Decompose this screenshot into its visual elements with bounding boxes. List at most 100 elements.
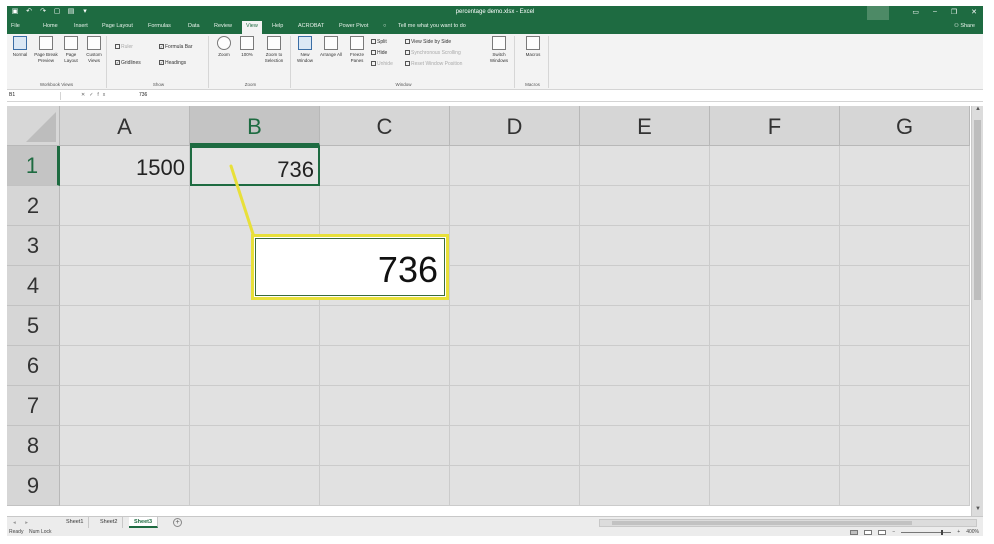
row-header-9[interactable]: 9 — [7, 466, 60, 506]
column-header-a[interactable]: A — [60, 106, 190, 146]
minimize-icon[interactable]: – — [933, 8, 937, 16]
row-header-5[interactable]: 5 — [7, 306, 60, 346]
cell-d6[interactable] — [450, 346, 580, 386]
tab-insert[interactable]: Insert — [74, 23, 88, 29]
vertical-scrollbar[interactable]: ▲ ▼ — [971, 106, 983, 516]
page-layout-status-icon[interactable] — [864, 529, 873, 535]
row-header-2[interactable]: 2 — [7, 186, 60, 226]
zoom-100-button[interactable]: 100% — [237, 36, 257, 58]
cell-d2[interactable] — [450, 186, 580, 226]
cell-a4[interactable] — [60, 266, 190, 306]
sheet-tab-sheet3[interactable]: Sheet3 — [129, 517, 159, 528]
cell-c6[interactable] — [320, 346, 450, 386]
vertical-scroll-thumb[interactable] — [974, 120, 981, 300]
cell-d7[interactable] — [450, 386, 580, 426]
row-header-7[interactable]: 7 — [7, 386, 60, 426]
maximize-icon[interactable]: ❐ — [951, 8, 957, 16]
cell-d3[interactable] — [450, 226, 580, 266]
cell-g7[interactable] — [840, 386, 970, 426]
cell-c2[interactable] — [320, 186, 450, 226]
cell-g8[interactable] — [840, 426, 970, 466]
row-header-6[interactable]: 6 — [7, 346, 60, 386]
column-header-g[interactable]: G — [840, 106, 970, 146]
cell-a5[interactable] — [60, 306, 190, 346]
hide-button[interactable]: Hide — [371, 50, 387, 56]
split-button[interactable]: Split — [371, 39, 387, 45]
cell-g4[interactable] — [840, 266, 970, 306]
column-header-b[interactable]: B — [190, 106, 320, 146]
sync-scrolling-button[interactable]: Synchronous Scrolling — [405, 50, 461, 56]
cell-g2[interactable] — [840, 186, 970, 226]
cell-c1[interactable] — [320, 146, 450, 186]
cell-a6[interactable] — [60, 346, 190, 386]
cell-f6[interactable] — [710, 346, 840, 386]
page-break-status-icon[interactable] — [878, 529, 887, 535]
cell-g9[interactable] — [840, 466, 970, 506]
tab-formulas[interactable]: Formulas — [148, 23, 171, 29]
sheet-nav-arrows[interactable]: ◂ ▸ — [13, 520, 32, 526]
column-header-e[interactable]: E — [580, 106, 710, 146]
cell-b6[interactable] — [190, 346, 320, 386]
zoom-level[interactable]: 400% — [966, 529, 979, 535]
cell-f4[interactable] — [710, 266, 840, 306]
cell-f2[interactable] — [710, 186, 840, 226]
tab-home[interactable]: Home — [43, 23, 58, 29]
zoom-in-icon[interactable]: + — [957, 529, 960, 535]
horizontal-scrollbar[interactable] — [599, 519, 977, 527]
cell-g6[interactable] — [840, 346, 970, 386]
scroll-down-icon[interactable]: ▼ — [972, 506, 983, 516]
macros-button[interactable]: Macros — [519, 36, 547, 58]
name-box[interactable]: B1 — [9, 92, 61, 100]
fx-icon[interactable]: fx — [97, 92, 109, 98]
ribbon-display-icon[interactable]: ▭ — [912, 8, 919, 16]
cell-e1[interactable] — [580, 146, 710, 186]
ruler-checkbox[interactable]: Ruler — [115, 44, 133, 50]
row-header-1[interactable]: 1 — [7, 146, 60, 186]
zoom-to-selection-button[interactable]: Zoom to Selection — [259, 36, 289, 64]
cell-f8[interactable] — [710, 426, 840, 466]
column-header-f[interactable]: F — [710, 106, 840, 146]
zoom-out-icon[interactable]: − — [892, 529, 895, 535]
new-window-button[interactable]: New Window — [293, 36, 317, 64]
close-icon[interactable]: ✕ — [971, 8, 977, 16]
tab-power-pivot[interactable]: Power Pivot — [339, 23, 368, 29]
cell-g3[interactable] — [840, 226, 970, 266]
share-button[interactable]: ⚇ Share — [954, 23, 975, 29]
headings-checkbox[interactable]: ✓ Headings — [159, 60, 186, 66]
cell-b8[interactable] — [190, 426, 320, 466]
cell-b1[interactable]: 736 — [190, 146, 320, 186]
column-header-d[interactable]: D — [450, 106, 580, 146]
gridlines-checkbox[interactable]: ✓ Gridlines — [115, 60, 141, 66]
add-sheet-icon[interactable]: + — [173, 518, 182, 527]
scroll-up-icon[interactable]: ▲ — [972, 106, 983, 116]
select-all-corner[interactable] — [7, 106, 60, 146]
cell-d9[interactable] — [450, 466, 580, 506]
cell-b2[interactable] — [190, 186, 320, 226]
cell-a9[interactable] — [60, 466, 190, 506]
tab-acrobat[interactable]: ACROBAT — [298, 23, 324, 29]
normal-view-button[interactable]: Normal — [9, 36, 31, 58]
zoom-button[interactable]: Zoom — [213, 36, 235, 58]
cell-d8[interactable] — [450, 426, 580, 466]
custom-views-button[interactable]: Custom Views — [83, 36, 105, 64]
cell-d1[interactable] — [450, 146, 580, 186]
tell-me-search[interactable]: Tell me what you want to do — [398, 23, 466, 29]
cell-b9[interactable] — [190, 466, 320, 506]
cell-d4[interactable] — [450, 266, 580, 306]
tab-view[interactable]: View — [242, 21, 262, 34]
cell-f7[interactable] — [710, 386, 840, 426]
formula-input[interactable]: 736 — [139, 92, 147, 98]
cell-a1[interactable]: 1500 — [60, 146, 190, 186]
cell-e6[interactable] — [580, 346, 710, 386]
freeze-panes-button[interactable]: Freeze Panes — [345, 36, 369, 64]
tab-data[interactable]: Data — [188, 23, 200, 29]
tab-review[interactable]: Review — [214, 23, 232, 29]
arrange-all-button[interactable]: Arrange All — [319, 36, 343, 58]
horizontal-scroll-thumb[interactable] — [612, 521, 912, 525]
row-header-8[interactable]: 8 — [7, 426, 60, 466]
cell-b7[interactable] — [190, 386, 320, 426]
normal-view-status-icon[interactable] — [850, 529, 859, 535]
page-layout-button[interactable]: Page Layout — [61, 36, 81, 64]
tab-file[interactable]: File — [11, 23, 20, 29]
cell-e4[interactable] — [580, 266, 710, 306]
